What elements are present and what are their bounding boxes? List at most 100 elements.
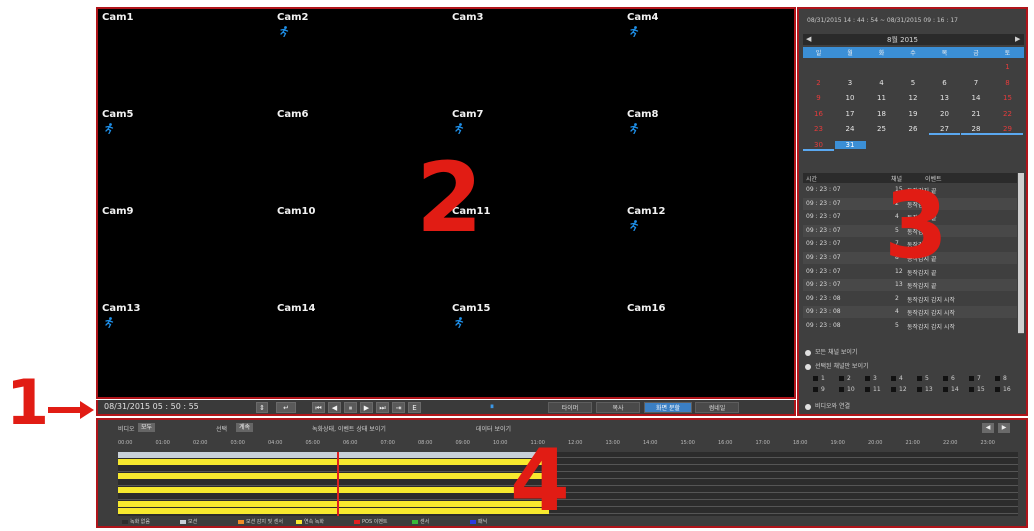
calendar-day[interactable]: 9 — [803, 94, 834, 102]
checkbox-icon[interactable] — [969, 387, 974, 392]
calendar-day[interactable]: 11 — [866, 94, 897, 102]
transport-button[interactable]: ⇥ — [392, 402, 405, 413]
data-option[interactable]: 데이터 보이기 — [476, 424, 511, 433]
timeline-prev-icon[interactable]: ◀ — [982, 423, 994, 433]
calendar-day[interactable]: 16 — [803, 110, 834, 118]
calendar-day[interactable]: 2 — [803, 79, 834, 87]
camera-cell[interactable]: Cam4 — [623, 9, 798, 106]
calendar-day[interactable]: 1 — [992, 63, 1023, 71]
transport-button[interactable]: ◀ — [328, 402, 341, 413]
checkbox-icon[interactable] — [917, 387, 922, 392]
transport-button[interactable]: ⏮ — [312, 402, 325, 413]
camera-cell[interactable]: Cam15 — [448, 300, 623, 397]
calendar-day[interactable]: 22 — [992, 110, 1023, 118]
camera-cell[interactable]: Cam12 — [623, 203, 798, 300]
checkbox-icon[interactable] — [943, 376, 948, 381]
checkbox-icon[interactable] — [917, 376, 922, 381]
radio-icon[interactable] — [805, 363, 811, 370]
camera-cell[interactable]: Cam3 — [448, 9, 623, 106]
camera-cell[interactable]: Cam14 — [273, 300, 448, 397]
event-row[interactable]: 09 : 23 : 07 13 동작감지 끝 — [803, 279, 1017, 292]
transport-button[interactable]: ▶ — [360, 402, 373, 413]
calendar-day[interactable]: 31 — [834, 140, 866, 149]
camera-cell[interactable]: Cam1 — [98, 9, 273, 106]
calendar-day[interactable]: 14 — [961, 94, 992, 102]
calendar-day[interactable]: 5 — [898, 79, 929, 87]
event-row[interactable]: 09 : 23 : 08 2 동작감지 감지 시작 — [803, 293, 1017, 305]
checkbox-icon[interactable] — [943, 387, 948, 392]
event-row[interactable]: 09 : 23 : 08 5 동작감지 감지 시작 — [803, 320, 1017, 332]
calendar-day[interactable]: 13 — [929, 94, 960, 102]
calendar-day[interactable]: 15 — [992, 94, 1023, 102]
camera-cell[interactable]: Cam13 — [98, 300, 273, 397]
status-option[interactable]: 녹화상태, 이벤트 상태 보이기 — [312, 424, 386, 433]
option-link-video[interactable]: 비디오와 연결 — [805, 401, 850, 410]
radio-icon[interactable] — [805, 349, 811, 356]
checkbox-icon[interactable] — [813, 376, 818, 381]
radio-icon[interactable] — [805, 403, 811, 410]
datetime-spinner[interactable]: ⇕ — [256, 402, 268, 413]
calendar-day[interactable]: 27 — [929, 125, 960, 135]
playhead-cursor[interactable] — [337, 452, 340, 516]
calendar-day[interactable]: 21 — [961, 110, 992, 118]
camera-cell[interactable]: Cam8 — [623, 106, 798, 203]
checkbox-icon[interactable] — [865, 376, 870, 381]
channel-checkbox[interactable]: 9 — [813, 386, 825, 393]
checkbox-icon[interactable] — [813, 387, 818, 392]
checkbox-icon[interactable] — [891, 387, 896, 392]
calendar-day[interactable]: 19 — [898, 110, 929, 118]
transport-button[interactable]: E — [408, 402, 421, 413]
calendar-day[interactable]: 8 — [992, 79, 1023, 87]
checkbox-icon[interactable] — [891, 376, 896, 381]
channel-checkbox[interactable]: 10 — [839, 386, 855, 393]
channel-checkbox[interactable]: 16 — [995, 386, 1011, 393]
goto-button[interactable]: ↵ — [276, 402, 296, 413]
timeline-next-icon[interactable]: ▶ — [998, 423, 1010, 433]
mode-button[interactable]: 타이머 — [548, 402, 592, 413]
next-month-icon[interactable]: ▶ — [1015, 35, 1020, 43]
camera-cell[interactable]: Cam16 — [623, 300, 798, 397]
channel-checkbox[interactable]: 11 — [865, 386, 881, 393]
calendar-day[interactable]: 12 — [898, 94, 929, 102]
scroll-thumb[interactable] — [1018, 173, 1024, 333]
calendar-day[interactable]: 3 — [835, 79, 866, 87]
channel-checkbox[interactable]: 13 — [917, 386, 933, 393]
mode-button[interactable]: 복사 — [596, 402, 640, 413]
camera-cell[interactable]: Cam5 — [98, 106, 273, 203]
mode-button[interactable]: 화면 분할 — [644, 402, 692, 413]
channel-checkbox[interactable]: 15 — [969, 386, 985, 393]
channel-checkbox[interactable]: 3 — [865, 375, 877, 382]
checkbox-icon[interactable] — [839, 376, 844, 381]
calendar-day[interactable]: 30 — [803, 141, 834, 151]
channel-checkbox[interactable]: 2 — [839, 375, 851, 382]
calendar-day[interactable]: 10 — [835, 94, 866, 102]
camera-cell[interactable]: Cam9 — [98, 203, 273, 300]
channel-checkbox[interactable]: 7 — [969, 375, 981, 382]
option-all-channels[interactable]: 모든 채널 보이기 — [805, 347, 857, 356]
mode-select[interactable]: 계속 — [236, 423, 254, 432]
calendar-day[interactable]: 7 — [961, 79, 992, 87]
camera-cell[interactable]: Cam2 — [273, 9, 448, 106]
calendar-day[interactable]: 4 — [866, 79, 897, 87]
calendar-day[interactable]: 25 — [866, 125, 897, 133]
channel-checkbox[interactable]: 4 — [891, 375, 903, 382]
checkbox-icon[interactable] — [839, 387, 844, 392]
calendar-day[interactable]: 26 — [898, 125, 929, 133]
mode-button[interactable]: 썸네일 — [695, 402, 739, 413]
channel-checkbox[interactable]: 5 — [917, 375, 929, 382]
checkbox-icon[interactable] — [865, 387, 870, 392]
calendar-day[interactable]: 29 — [992, 125, 1023, 135]
option-selected-channels[interactable]: 선택된 채널만 보이기 — [805, 361, 869, 370]
checkbox-icon[interactable] — [995, 387, 1000, 392]
transport-button[interactable]: ⏭ — [376, 402, 389, 413]
datetime-field[interactable]: 08/31/2015 05 : 50 : 55 — [104, 402, 199, 411]
event-scrollbar[interactable] — [1018, 173, 1024, 334]
calendar-day[interactable]: 18 — [866, 110, 897, 118]
channel-checkbox[interactable]: 12 — [891, 386, 907, 393]
calendar-day[interactable]: 24 — [835, 125, 866, 133]
calendar-day[interactable]: 23 — [803, 125, 834, 133]
checkbox-icon[interactable] — [969, 376, 974, 381]
video-filter-select[interactable]: 모두 — [138, 423, 156, 432]
calendar-day[interactable]: 28 — [960, 125, 992, 135]
channel-checkbox[interactable]: 1 — [813, 375, 825, 382]
